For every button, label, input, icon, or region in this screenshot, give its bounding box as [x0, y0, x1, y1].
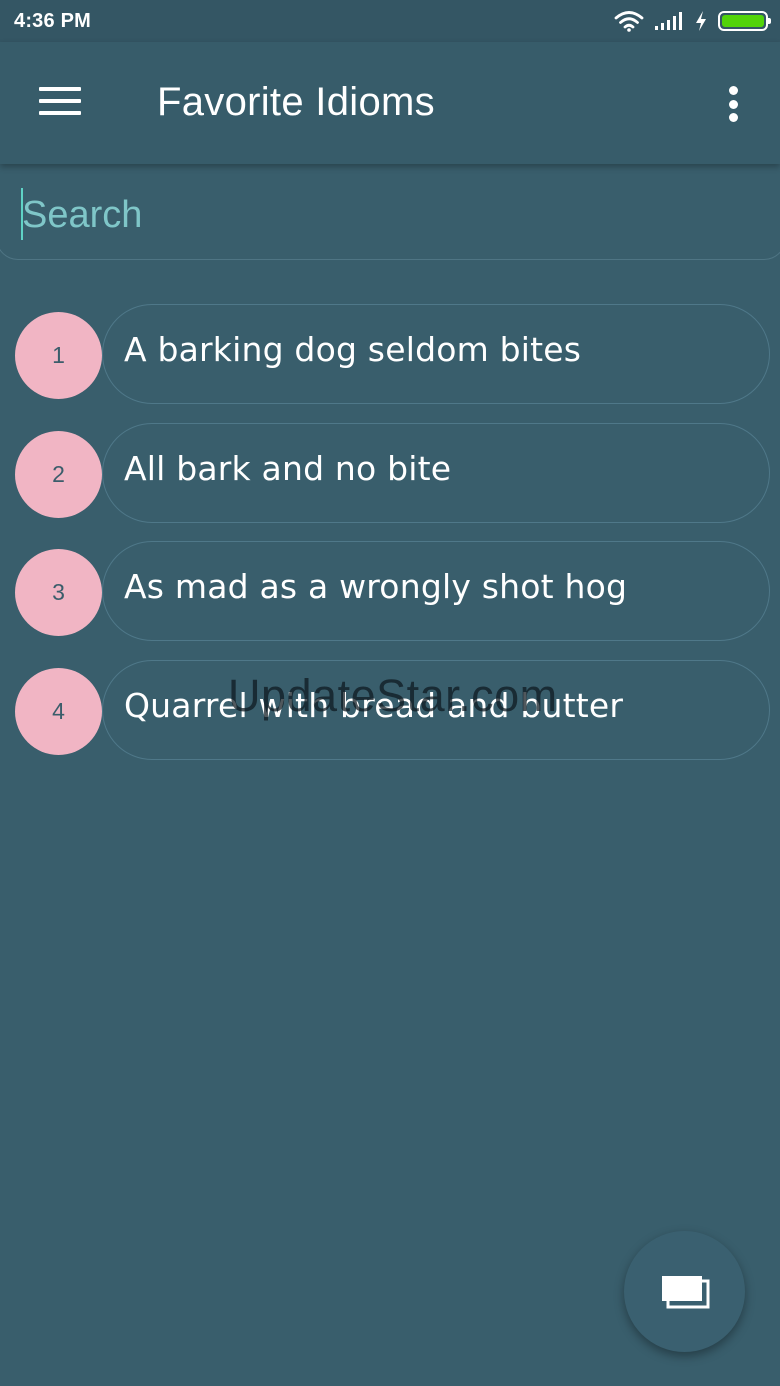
- battery-icon: [718, 11, 771, 31]
- text-cursor: [21, 188, 23, 240]
- battery-level: [722, 15, 764, 27]
- more-vertical-icon[interactable]: [720, 82, 746, 126]
- charging-icon: [696, 11, 706, 31]
- page-title: Favorite Idioms: [157, 80, 435, 124]
- app-bar: Favorite Idioms: [0, 42, 780, 164]
- search-input[interactable]: [22, 186, 722, 244]
- idiom-text: Quarrel with bread and butter: [124, 685, 624, 725]
- cards-fab-button[interactable]: [624, 1231, 745, 1352]
- app-screen: 4:36 PM Favorite Idioms Search A barking…: [0, 0, 780, 1386]
- status-icons: [614, 10, 771, 32]
- list-item[interactable]: A barking dog seldom bites 1: [0, 304, 780, 423]
- cards-stack-icon: [661, 1275, 709, 1308]
- status-bar: 4:36 PM: [0, 0, 780, 42]
- idiom-number-badge: 1: [15, 312, 102, 399]
- list-item[interactable]: As mad as a wrongly shot hog 3: [0, 541, 780, 660]
- list-item[interactable]: Quarrel with bread and butter 4: [0, 659, 780, 779]
- idiom-text: As mad as a wrongly shot hog: [124, 567, 628, 606]
- idiom-text: All bark and no bite: [124, 448, 452, 488]
- list-item[interactable]: All bark and no bite 2: [0, 422, 780, 542]
- status-time: 4:36 PM: [14, 9, 91, 32]
- signal-icon: [655, 12, 682, 30]
- idiom-number-badge: 3: [15, 549, 102, 636]
- idiom-number-badge: 2: [15, 430, 102, 518]
- idiom-number-badge: 4: [15, 667, 102, 755]
- idiom-text: A barking dog seldom bites: [124, 330, 582, 369]
- hamburger-menu-icon[interactable]: [38, 82, 82, 120]
- wifi-icon: [614, 11, 644, 32]
- idiom-list: A barking dog seldom bites 1 All bark an…: [0, 304, 780, 778]
